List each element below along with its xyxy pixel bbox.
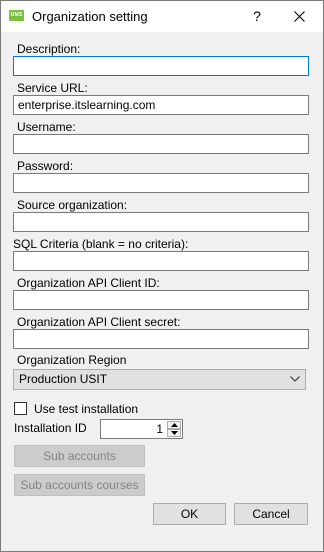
username-input[interactable]	[13, 134, 309, 154]
window-title: Organization setting	[32, 9, 148, 24]
sub-accounts-button[interactable]: Sub accounts	[14, 445, 145, 467]
username-label: Username:	[17, 120, 76, 134]
sub-accounts-courses-button[interactable]: Sub accounts courses	[14, 474, 145, 496]
title-bar[interactable]: UMS Organization setting ?	[1, 1, 323, 32]
organization-region-value: Production USIT	[19, 372, 108, 386]
organization-region-label: Organization Region	[17, 353, 127, 367]
organization-setting-dialog: UMS Organization setting ? Description: …	[0, 0, 324, 552]
service-url-input[interactable]: enterprise.itslearning.com	[13, 95, 309, 115]
organization-region-select[interactable]: Production USIT	[13, 369, 306, 390]
stepper-up-button[interactable]	[167, 421, 181, 429]
caret-down-icon	[171, 431, 178, 435]
api-client-id-input[interactable]	[13, 290, 309, 310]
installation-id-label: Installation ID	[14, 421, 87, 435]
api-client-secret-input[interactable]	[13, 329, 309, 349]
stepper-down-button[interactable]	[167, 429, 181, 437]
source-organization-input[interactable]	[13, 212, 309, 232]
api-client-id-label: Organization API Client ID:	[17, 276, 160, 290]
close-icon	[294, 11, 305, 22]
close-button[interactable]	[277, 1, 323, 32]
description-input[interactable]	[13, 56, 309, 76]
installation-id-value: 1	[156, 422, 163, 436]
installation-id-stepper[interactable]: 1	[100, 419, 183, 439]
app-icon: UMS	[9, 10, 24, 21]
help-button[interactable]: ?	[241, 1, 273, 32]
password-input[interactable]	[13, 173, 309, 193]
sql-criteria-input[interactable]	[13, 251, 309, 271]
caret-up-icon	[171, 423, 178, 427]
api-client-secret-label: Organization API Client secret:	[17, 315, 181, 329]
use-test-installation-label: Use test installation	[34, 402, 139, 416]
chevron-down-icon	[290, 376, 300, 382]
service-url-label: Service URL:	[17, 81, 88, 95]
password-label: Password:	[17, 159, 74, 173]
ok-button[interactable]: OK	[153, 503, 226, 525]
stepper-buttons	[167, 421, 181, 437]
cancel-button[interactable]: Cancel	[234, 503, 308, 525]
sql-criteria-label: SQL Criteria (blank = no criteria):	[13, 237, 189, 251]
description-label: Description:	[17, 42, 81, 56]
source-organization-label: Source organization:	[17, 198, 128, 212]
use-test-installation-checkbox[interactable]	[14, 402, 27, 415]
